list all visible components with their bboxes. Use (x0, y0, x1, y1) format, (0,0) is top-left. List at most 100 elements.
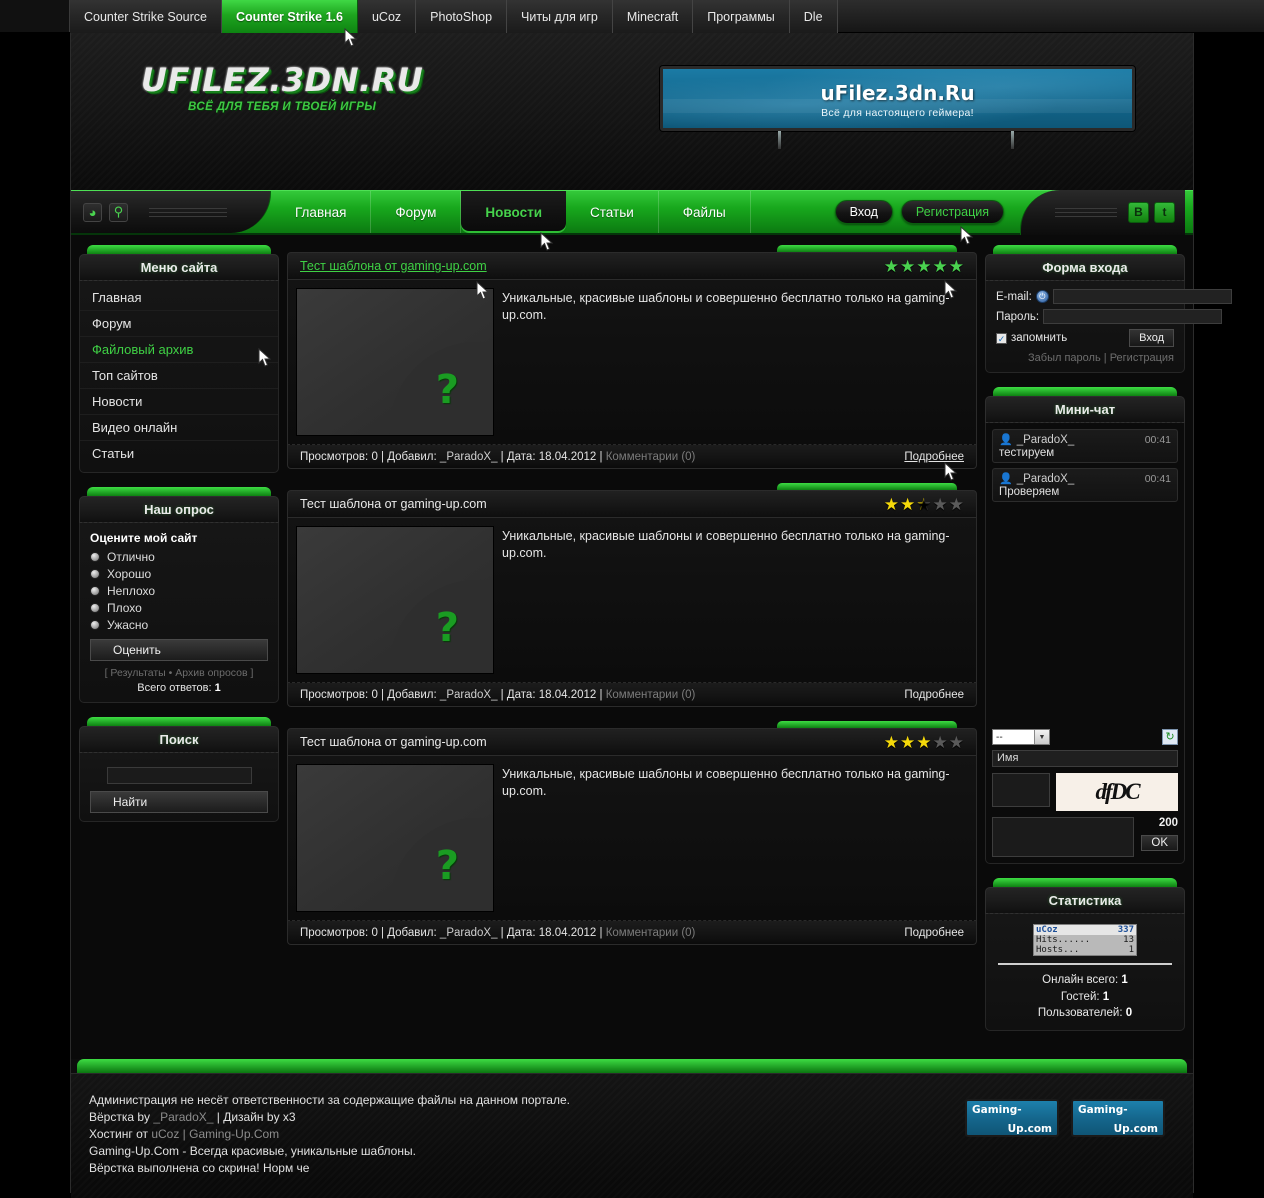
footer-banner[interactable]: Gaming- Up.com (1071, 1099, 1165, 1138)
entry-title-link[interactable]: Тест шаблона от gaming-up.com (300, 497, 487, 511)
entry-title-link[interactable]: Тест шаблона от gaming-up.com (300, 259, 487, 273)
rating-star[interactable]: ★ (884, 496, 899, 513)
vk-icon[interactable]: B (1128, 201, 1149, 223)
read-more-link[interactable]: Подробнее (904, 689, 964, 701)
rating-star[interactable]: ★ (933, 258, 948, 275)
read-more-link[interactable]: Подробнее (904, 451, 964, 463)
browser-tab[interactable]: Программы (693, 0, 790, 33)
radio-button[interactable] (90, 552, 100, 562)
radio-button[interactable] (90, 620, 100, 630)
site-logo[interactable]: UFILEZ.3DN.RU ВСЁ ДЛЯ ТЕБЯ И ТВОЕЙ ИГРЫ (141, 61, 423, 113)
captcha-input[interactable] (992, 773, 1050, 807)
ucoz-counter[interactable]: uCoz 337 Hits...... 13 Hosts... 1 (1033, 924, 1137, 956)
nav-item-4[interactable]: Файлы (659, 191, 751, 233)
uid-icon[interactable]: ⏻ (1035, 290, 1049, 303)
sidebar-menu-item[interactable]: Топ сайтов (80, 363, 278, 389)
chat-name-input[interactable]: Имя (992, 750, 1178, 767)
login-submit-button[interactable]: Вход (1129, 329, 1174, 347)
smiley-select[interactable]: -- ▼ (992, 729, 1050, 745)
rating-star[interactable]: ★ (900, 496, 915, 513)
entry-rating[interactable]: ★ ★ ★ ★ ★ (884, 496, 964, 513)
browser-tab[interactable]: Dle (789, 0, 838, 33)
footer-author[interactable]: _ParadoX_ (153, 1110, 213, 1124)
sidebar-menu-item[interactable]: Новости (80, 389, 278, 415)
browser-tab[interactable]: Counter Strike Source (70, 0, 222, 33)
poll-option[interactable]: Ужасно (90, 618, 268, 632)
comments-link[interactable]: Комментарии (0) (606, 451, 696, 463)
footer-gamingup-link[interactable]: Gaming-Up.Com (189, 1127, 279, 1141)
rating-star[interactable]: ★ (884, 734, 899, 751)
rating-star[interactable]: ★ (949, 496, 964, 513)
poll-option[interactable]: Хорошо (90, 567, 268, 581)
search-icon[interactable]: ⚲ (109, 202, 128, 222)
browser-tab[interactable]: Counter Strike 1.6 (221, 0, 358, 33)
poll-links-text[interactable]: [ Результаты • Архив опросов ] (105, 667, 254, 679)
comments-link[interactable]: Комментарии (0) (606, 689, 696, 701)
footer-ucoz-link[interactable]: uCoz (151, 1127, 179, 1141)
author-name[interactable]: _ParadoX_ (440, 451, 498, 463)
poll-links[interactable]: [ Результаты • Архив опросов ] (90, 667, 268, 679)
browser-tab[interactable]: Minecraft (612, 0, 694, 33)
sidebar-menu-item[interactable]: Главная (80, 285, 278, 311)
chat-user[interactable]: 👤 _ParadoX_ (999, 433, 1074, 447)
poll-submit-button[interactable]: Оценить (90, 639, 268, 661)
rating-star[interactable]: ★ (916, 496, 931, 513)
nav-register-button[interactable]: Регистрация (900, 200, 1004, 224)
entry-thumbnail[interactable]: ? (296, 764, 494, 912)
comments-link[interactable]: Комментарии (0) (606, 927, 696, 939)
entry-title-link[interactable]: Тест шаблона от gaming-up.com (300, 735, 487, 749)
author-name[interactable]: _ParadoX_ (440, 927, 498, 939)
rating-star[interactable]: ★ (916, 258, 931, 275)
email-field[interactable] (1052, 289, 1232, 304)
sidebar-menu-item[interactable]: Форум (80, 311, 278, 337)
rating-star[interactable]: ★ (949, 734, 964, 751)
forgot-password-link[interactable]: Забыл пароль (1028, 352, 1101, 364)
header-banner[interactable]: uFilez.3dn.Ru Всё для настоящего геймера… (660, 66, 1135, 131)
chat-submit-button[interactable]: OK (1141, 835, 1178, 851)
search-input[interactable] (106, 767, 252, 784)
read-more-link[interactable]: Подробнее (904, 927, 964, 939)
nav-item-1[interactable]: Форум (371, 191, 462, 233)
search-submit-button[interactable]: Найти (90, 791, 268, 813)
nav-login-button[interactable]: Вход (834, 200, 893, 224)
entry-thumbnail[interactable]: ? (296, 526, 494, 674)
nav-item-0[interactable]: Главная (271, 191, 372, 233)
poll-option[interactable]: Плохо (90, 601, 268, 615)
chat-message-input[interactable] (992, 817, 1134, 857)
browser-tab[interactable]: uCoz (357, 0, 417, 33)
rating-star[interactable]: ★ (900, 258, 915, 275)
author-name[interactable]: _ParadoX_ (440, 689, 498, 701)
radio-button[interactable] (90, 569, 100, 579)
rss-icon[interactable]: ◕ (83, 202, 102, 222)
poll-option[interactable]: Отлично (90, 550, 268, 564)
rating-star[interactable]: ★ (949, 258, 964, 275)
register-link[interactable]: Регистрация (1110, 352, 1174, 364)
browser-tab[interactable]: Читы для игр (507, 0, 613, 33)
nav-item-3[interactable]: Статьи (566, 191, 659, 233)
entry-rating[interactable]: ★ ★ ★ ★ ★ (884, 734, 964, 751)
sidebar-menu-item[interactable]: Файловый архив (80, 337, 278, 363)
sidebar-menu-item[interactable]: Видео онлайн (80, 415, 278, 441)
poll-option[interactable]: Неплохо (90, 584, 268, 598)
rating-star[interactable]: ★ (916, 734, 931, 751)
browser-tab[interactable]: PhotoShop (416, 0, 508, 33)
twitter-icon[interactable]: t (1154, 201, 1175, 223)
radio-button[interactable] (90, 586, 100, 596)
nav-item-2[interactable]: Новости (461, 191, 567, 233)
remember-checkbox[interactable]: ✓ (996, 332, 1007, 344)
entry-rating[interactable]: ★ ★ ★ ★ ★ (884, 258, 964, 275)
refresh-icon[interactable]: ↻ (1162, 729, 1178, 745)
chat-message-header: 👤 _ParadoX_ 00:41 (999, 472, 1171, 486)
rating-star[interactable]: ★ (933, 734, 948, 751)
rating-star[interactable]: ★ (884, 258, 899, 275)
rating-star[interactable]: ★ (933, 496, 948, 513)
chat-user[interactable]: 👤 _ParadoX_ (999, 472, 1074, 486)
radio-button[interactable] (90, 603, 100, 613)
footer-banner[interactable]: Gaming- Up.com (965, 1099, 1059, 1138)
rating-star[interactable]: ★ (900, 734, 915, 751)
sidebar-menu-item[interactable]: Статьи (80, 441, 278, 466)
password-field[interactable] (1043, 309, 1223, 324)
poll-options: Отлично Хорошо Неплохо Плохо Ужасно (90, 550, 268, 632)
users-label: Пользователей: (1037, 1007, 1123, 1020)
entry-thumbnail[interactable]: ? (296, 288, 494, 436)
